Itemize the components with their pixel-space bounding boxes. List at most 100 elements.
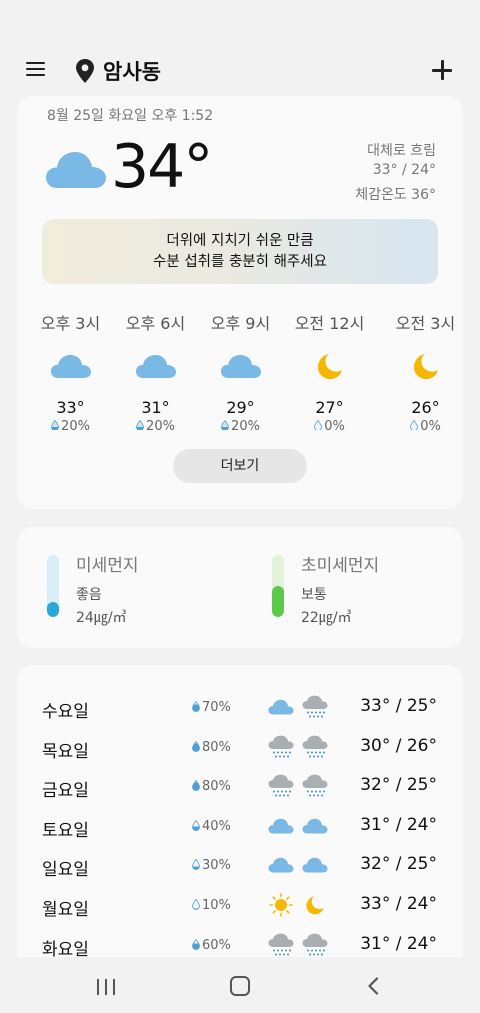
hourly-item: 오후 3시 33° 20%: [28, 310, 113, 430]
hourly-item: 오후 6시 31° 20%: [113, 310, 198, 430]
raindrop-icon: [314, 420, 323, 430]
cloud-icon: [267, 814, 295, 838]
daily-row[interactable]: 금요일 80% 32° / 25°: [17, 768, 463, 808]
hour-temperature: 26°: [411, 398, 440, 417]
gray-rain-cloud-icon: [267, 933, 295, 957]
raindrop-icon: [192, 899, 200, 910]
feels-like-temperature: 체감온도 36°: [355, 187, 436, 203]
day-name: 일요일: [42, 860, 89, 881]
day-temperatures: 33° / 24°: [360, 894, 437, 914]
day-rain-chance: 30%: [192, 858, 231, 873]
top-bar: 암사동: [0, 0, 480, 104]
day-temperatures: 32° / 25°: [360, 775, 437, 796]
raindrop-icon: [192, 740, 200, 752]
cloud-icon: [28, 346, 113, 386]
daily-row[interactable]: 수요일 70% 33° / 25°: [17, 689, 463, 729]
day-name: 수요일: [42, 702, 89, 722]
cloud-icon: [301, 853, 329, 877]
gray-rain-cloud-icon: [301, 933, 329, 957]
day-rain-chance: 40%: [192, 819, 231, 834]
pm10-value: 24㎍/㎥: [76, 610, 127, 626]
pm25-title: 초미세먼지: [301, 556, 380, 576]
hourly-item: 오전 12시 27° 0%: [287, 310, 372, 430]
hi-lo-temperature: 33° / 24°: [372, 162, 436, 178]
day-temperatures: 31° / 24°: [360, 814, 437, 835]
pm25-value: 22㎍/㎥: [301, 610, 352, 626]
add-location-button[interactable]: [430, 58, 454, 82]
pm25-level: 보통: [301, 587, 327, 603]
air-quality-card[interactable]: 미세먼지 좋음 24㎍/㎥ 초미세먼지 보통 22㎍/㎥: [17, 527, 463, 648]
pm25-gauge: [272, 555, 284, 617]
hour-temperature: 31°: [141, 398, 170, 417]
raindrop-icon: [192, 780, 200, 792]
gray-rain-cloud-icon: [301, 735, 329, 759]
health-advisory-banner: 더위에 지치기 쉬운 만큼 수분 섭취를 충분히 해주세요: [42, 219, 438, 284]
menu-icon[interactable]: [26, 58, 48, 82]
pm10-section: 미세먼지 좋음 24㎍/㎥: [17, 527, 240, 648]
hour-rain-chance: 0%: [383, 419, 463, 430]
location-pin-icon: [76, 59, 94, 83]
sun-icon: [267, 893, 295, 917]
moon-icon: [383, 346, 463, 386]
raindrop-icon: [410, 420, 419, 430]
day-temperatures: 33° / 25°: [360, 696, 437, 716]
pm25-section: 초미세먼지 보통 22㎍/㎥: [240, 527, 463, 648]
hour-temperature: 29°: [226, 398, 255, 417]
recent-apps-icon[interactable]: [97, 979, 117, 995]
hour-label: 오전 3시: [395, 314, 456, 333]
pm10-title: 미세먼지: [76, 556, 139, 576]
hourly-item: 오전 3시 26° 0%: [383, 310, 463, 430]
hour-rain-chance: 0%: [287, 419, 372, 430]
cloud-icon: [301, 814, 329, 838]
day-name: 목요일: [42, 741, 89, 762]
day-temperatures: 30° / 26°: [360, 735, 437, 756]
hourly-forecast[interactable]: 오후 3시 33° 20% 오후 6시 31° 20% 오후 9시 29° 20…: [17, 310, 463, 430]
location-name[interactable]: 암사동: [103, 56, 161, 86]
hour-temperature: 33°: [56, 398, 85, 417]
hour-temperature: 27°: [315, 398, 344, 417]
more-button[interactable]: 더보기: [173, 449, 307, 483]
gray-rain-cloud-icon: [301, 774, 329, 798]
day-name: 월요일: [42, 900, 89, 920]
daily-row[interactable]: 일요일 30% 32° / 25°: [17, 847, 463, 887]
day-rain-chance: 10%: [192, 898, 231, 913]
daily-forecast-card[interactable]: 수요일 70% 33° / 25° 목요일 80% 30° / 26° 금요일 80% 32° …: [17, 665, 463, 965]
day-rain-chance: 80%: [192, 779, 231, 794]
advisory-line-2: 수분 섭취를 충분히 해주세요: [153, 254, 327, 270]
day-name: 화요일: [42, 939, 89, 960]
cloud-icon: [113, 346, 198, 386]
hour-label: 오후 3시: [40, 314, 101, 333]
pm10-level: 좋음: [76, 587, 102, 603]
current-temperature: 34°: [111, 132, 213, 202]
cloud-icon: [46, 152, 106, 188]
hour-label: 오후 9시: [210, 314, 271, 333]
pm25-gauge-fill: [272, 586, 284, 617]
cloud-icon: [198, 346, 283, 386]
day-rain-chance: 80%: [192, 740, 231, 755]
raindrop-icon: [51, 420, 59, 430]
day-temperatures: 32° / 25°: [360, 854, 437, 875]
hour-label: 오후 6시: [125, 314, 186, 333]
hourly-item: 오후 9시 29° 20%: [198, 310, 283, 430]
pm10-gauge: [47, 555, 59, 617]
moon-icon: [301, 893, 329, 917]
gray-rain-cloud-icon: [267, 735, 295, 759]
home-icon[interactable]: [230, 976, 250, 996]
weather-condition: 대체로 흐림: [367, 143, 436, 159]
raindrop-icon: [192, 938, 200, 950]
hour-label: 오전 12시: [294, 314, 365, 333]
cloud-icon: [267, 695, 295, 719]
current-weather-card: 8월 25일 화요일 오후 1:52 34° 대체로 흐림 33° / 24° …: [17, 96, 463, 509]
raindrop-icon: [192, 859, 200, 871]
daily-row[interactable]: 목요일 80% 30° / 26°: [17, 729, 463, 769]
back-icon[interactable]: [366, 977, 380, 995]
advisory-line-1: 더위에 지치기 쉬운 만큼: [166, 233, 314, 249]
day-temperatures: 31° / 24°: [360, 933, 437, 954]
daily-row[interactable]: 월요일 10% 33° / 24°: [17, 887, 463, 927]
day-name: 토요일: [42, 820, 89, 841]
hour-rain-chance: 20%: [113, 419, 198, 430]
daily-row[interactable]: 토요일 40% 31° / 24°: [17, 808, 463, 848]
updated-datetime: 8월 25일 화요일 오후 1:52: [47, 108, 214, 124]
raindrop-icon: [192, 819, 200, 831]
day-rain-chance: 60%: [192, 938, 231, 953]
